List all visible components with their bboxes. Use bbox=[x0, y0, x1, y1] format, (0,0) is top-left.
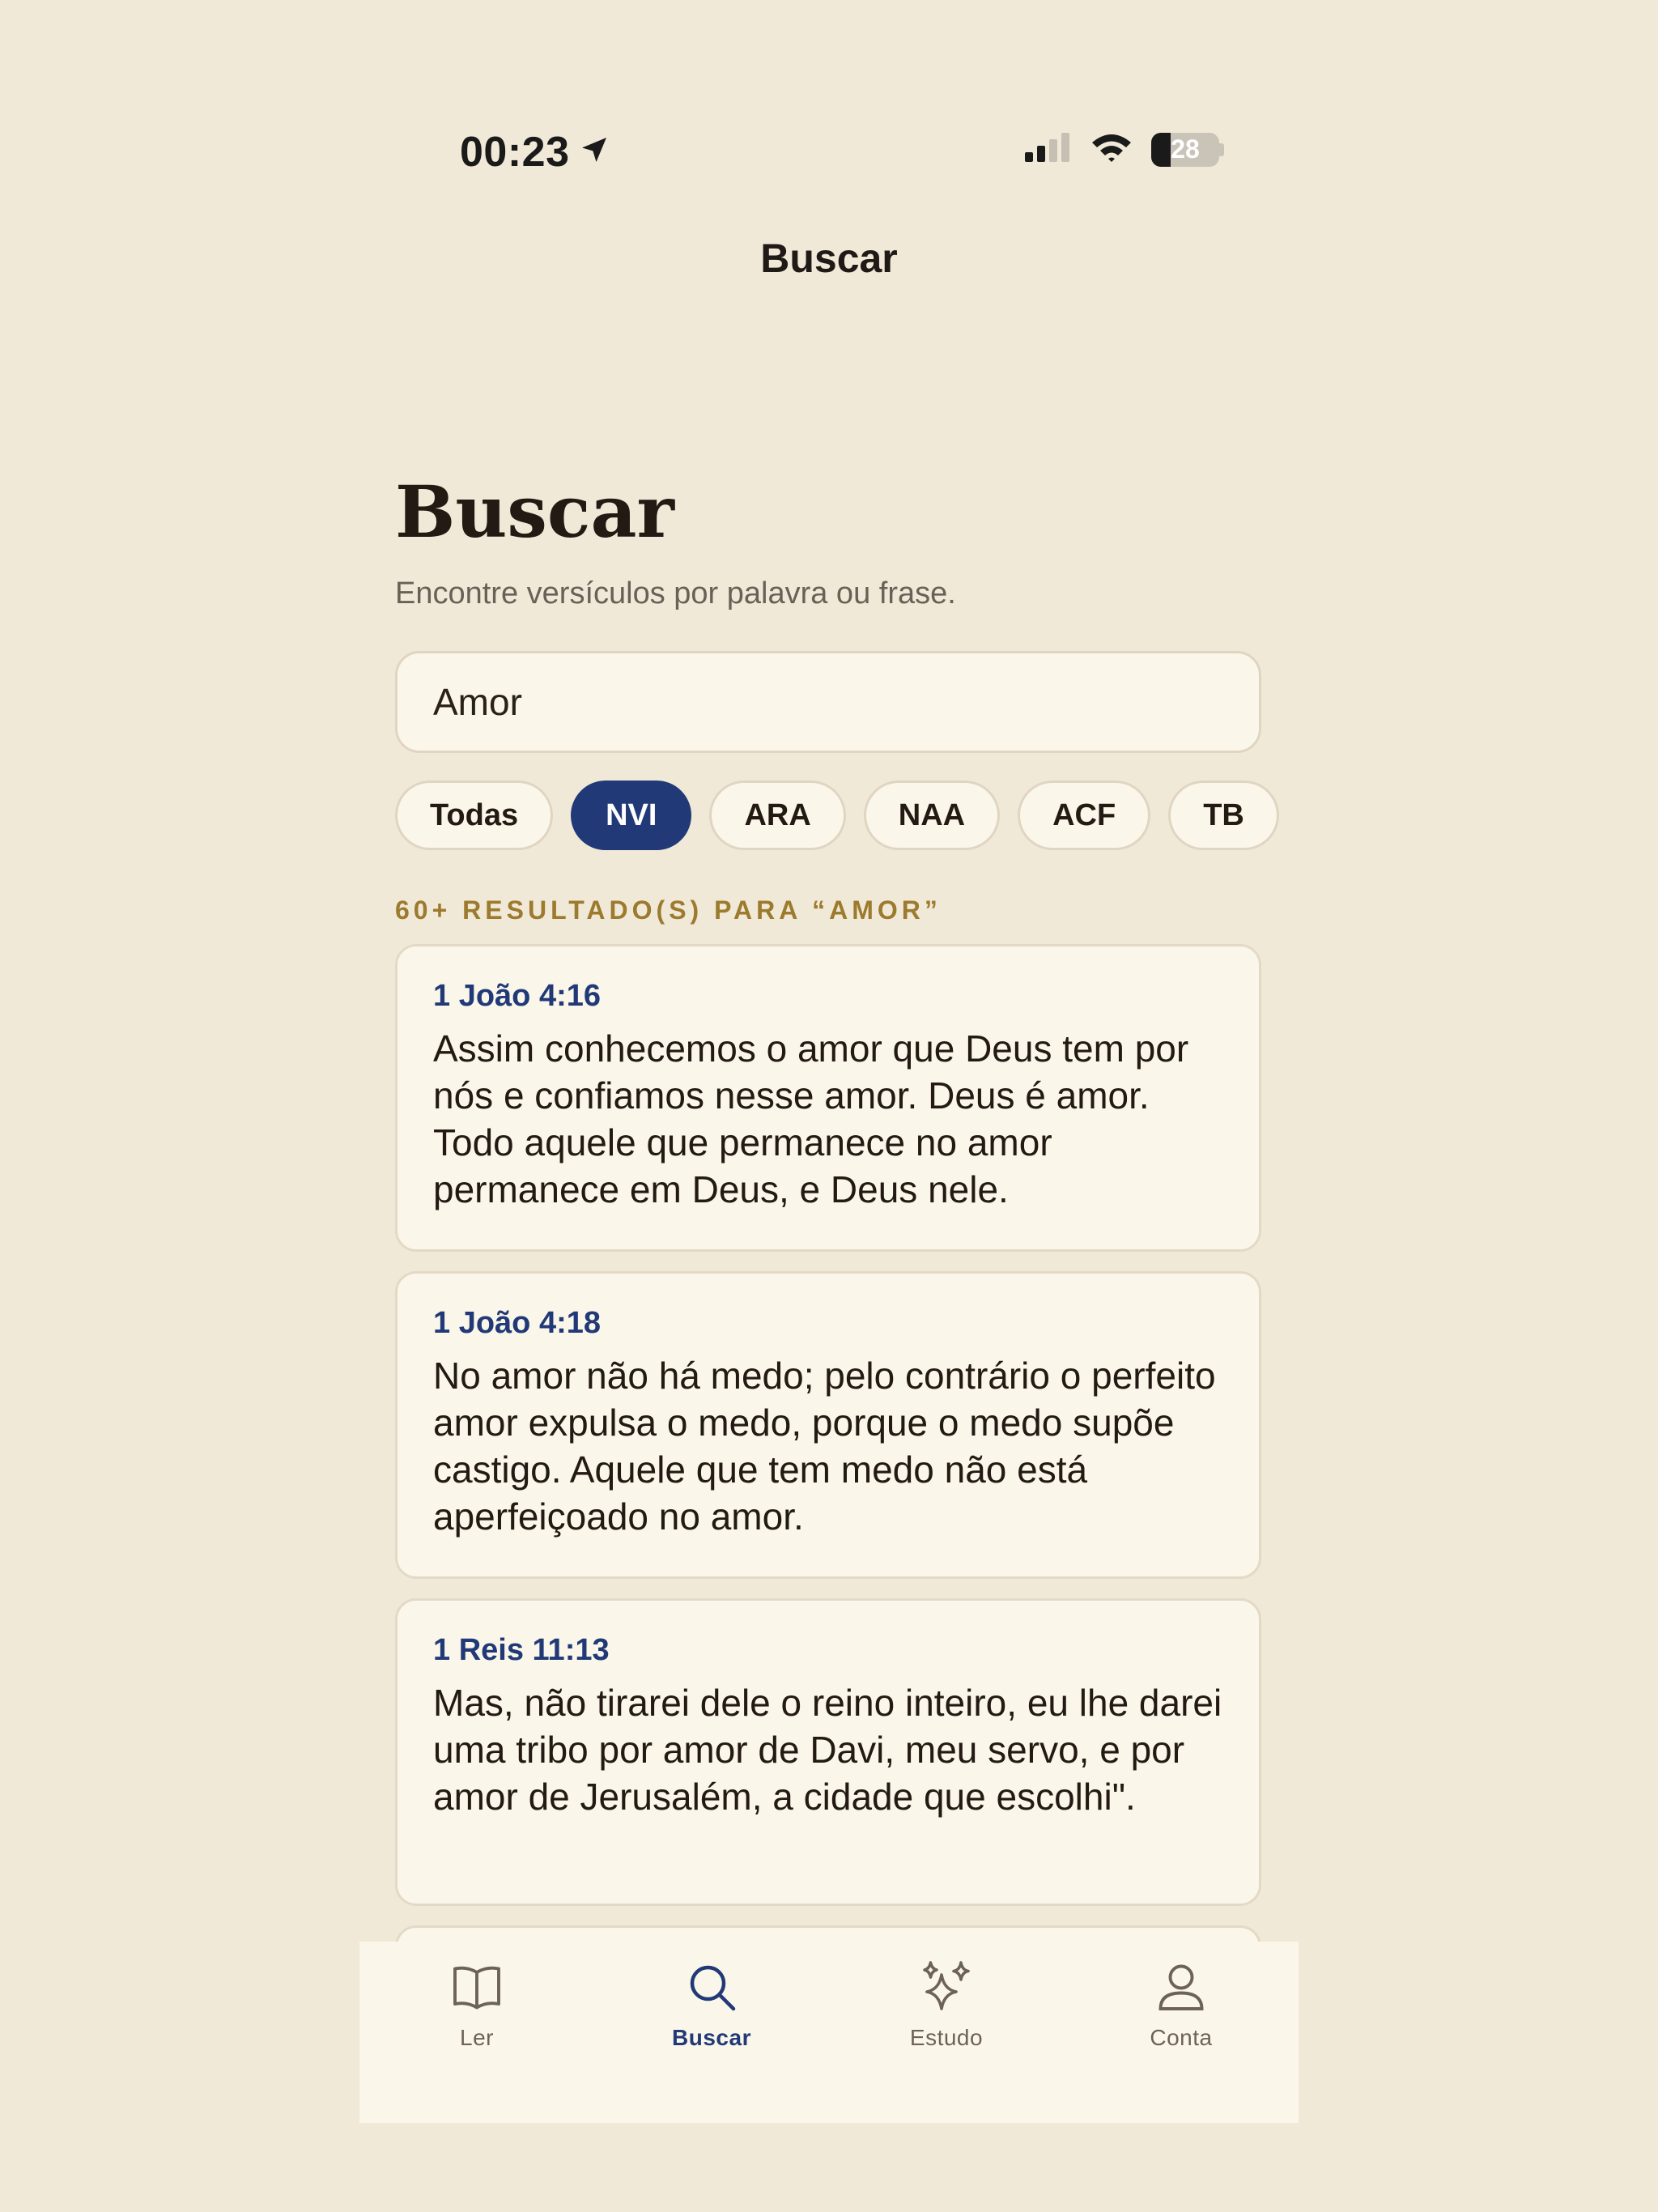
search-input[interactable]: Amor bbox=[395, 651, 1261, 753]
verse-text: Assim conhecemos o amor que Deus tem por… bbox=[433, 1027, 1189, 1210]
verse-text: No amor não há medo; pelo contrário o pe… bbox=[433, 1355, 1216, 1538]
tab-estudo[interactable]: Estudo bbox=[829, 1942, 1064, 2123]
verse-reference: 1 João 4:18 bbox=[433, 1306, 601, 1340]
status-indicators: 28 bbox=[1023, 131, 1224, 168]
result-card[interactable]: 1 João 4:18 No amor não há medo; pelo co… bbox=[395, 1271, 1261, 1579]
search-input-value: Amor bbox=[433, 681, 522, 723]
verse-reference: 1 Reis 11:13 bbox=[433, 1633, 610, 1667]
status-time-text: 00:23 bbox=[460, 129, 570, 176]
status-time: 00:23 bbox=[460, 128, 610, 177]
wifi-icon bbox=[1090, 131, 1133, 168]
results-list: 1 João 4:16 Assim conhecemos o amor que … bbox=[395, 944, 1261, 1950]
result-card[interactable]: 1 João 4:16 Assim conhecemos o amor que … bbox=[395, 944, 1261, 1252]
battery-level: 28 bbox=[1171, 134, 1200, 164]
sparkles-icon bbox=[917, 1958, 976, 2020]
results-count: 60+ RESULTADO(S) PARA “AMOR” bbox=[395, 895, 942, 925]
tab-label: Estudo bbox=[909, 2025, 984, 2050]
filter-chip-ara[interactable]: ARA bbox=[709, 781, 846, 850]
tab-label: Ler bbox=[460, 2025, 494, 2050]
book-icon bbox=[448, 1958, 506, 2020]
translation-filters: Todas NVI ARA NAA ACF TB bbox=[395, 781, 1279, 850]
tab-label: Buscar bbox=[672, 2025, 751, 2050]
location-arrow-icon bbox=[578, 128, 610, 177]
page-subtitle: Encontre versículos por palavra ou frase… bbox=[395, 576, 956, 610]
filter-chip-tb[interactable]: TB bbox=[1168, 781, 1279, 850]
tab-label: Conta bbox=[1150, 2025, 1213, 2050]
battery-icon: 28 bbox=[1151, 132, 1224, 167]
cellular-signal-icon bbox=[1023, 131, 1072, 168]
page-title: Buscar bbox=[395, 470, 674, 554]
verse-text: Mas, não tirarei dele o reino inteiro, e… bbox=[433, 1682, 1222, 1818]
tab-conta[interactable]: Conta bbox=[1064, 1942, 1299, 2123]
nav-title: Buscar bbox=[760, 236, 898, 281]
verse-reference: 1 João 4:16 bbox=[433, 979, 601, 1013]
result-card[interactable]: 1 Reis 11:13 Mas, não tirarei dele o rei… bbox=[395, 1598, 1261, 1906]
tab-bar: Ler Buscar Estudo Conta bbox=[359, 1942, 1299, 2123]
filter-chip-naa[interactable]: NAA bbox=[863, 781, 1001, 850]
filter-chip-acf[interactable]: ACF bbox=[1018, 781, 1151, 850]
filter-chip-todas[interactable]: Todas bbox=[395, 781, 554, 850]
filter-chip-nvi[interactable]: NVI bbox=[571, 781, 692, 850]
person-icon bbox=[1152, 1958, 1210, 2020]
tab-ler[interactable]: Ler bbox=[359, 1942, 594, 2123]
search-icon bbox=[682, 1958, 741, 2020]
tab-buscar[interactable]: Buscar bbox=[594, 1942, 829, 2123]
